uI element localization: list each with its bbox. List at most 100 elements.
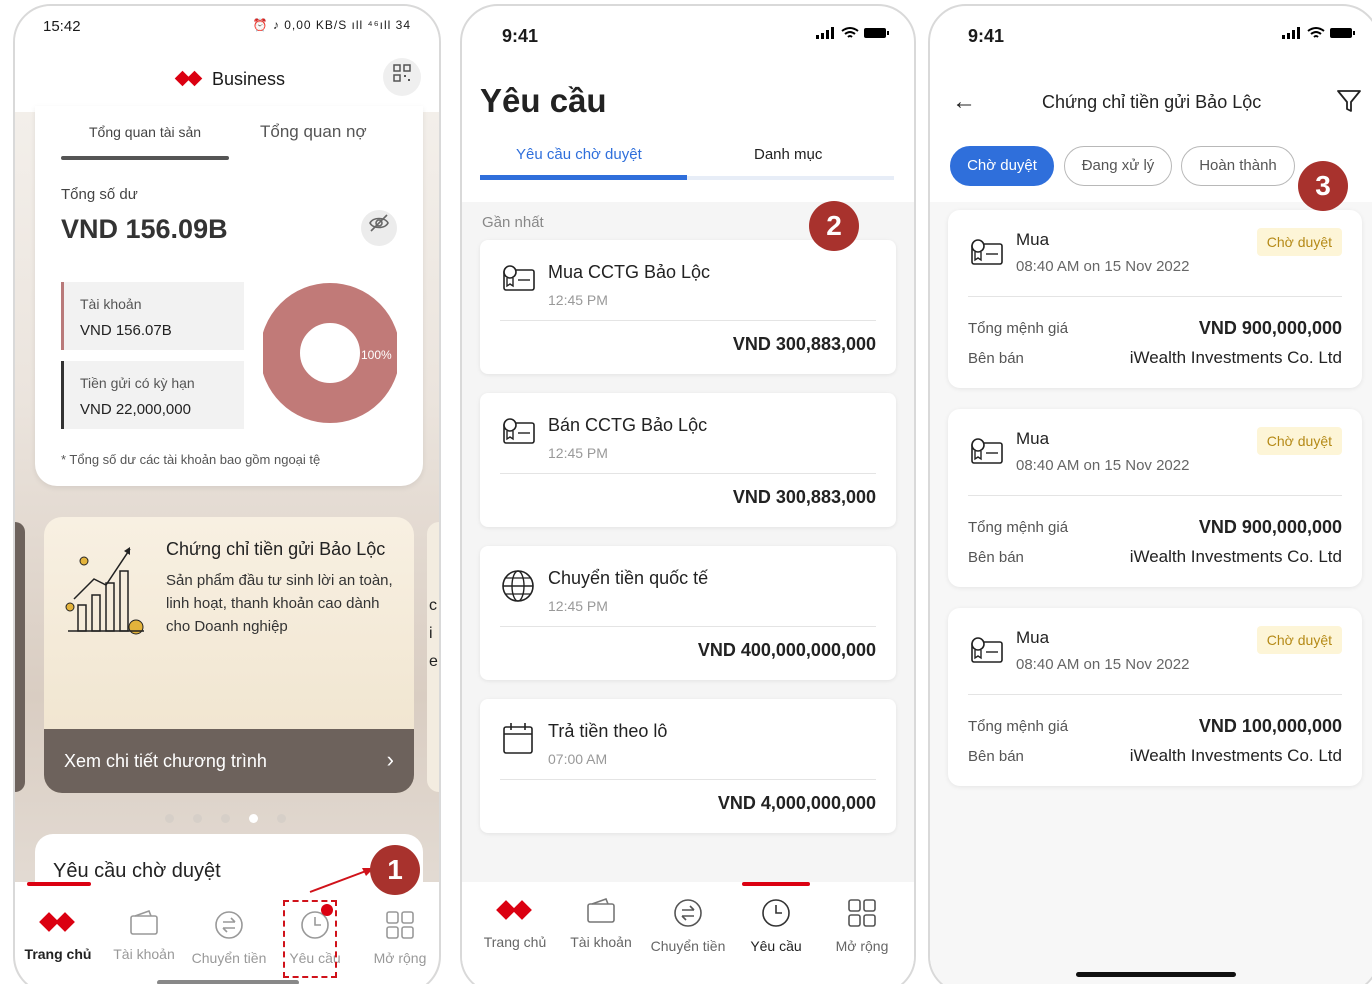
term-deposit-summary-item[interactable]: Tiền gửi có kỳ hạn VND 22,000,000 — [61, 361, 244, 429]
request-time: 12:45 PM — [548, 292, 608, 308]
home-logo-icon — [495, 898, 535, 924]
account-summary-item[interactable]: Tài khoản VND 156.07B — [61, 282, 244, 350]
nav-label: Chuyển tiền — [191, 950, 267, 966]
home-indicator — [157, 980, 299, 984]
face-value-label: Tổng mệnh giá — [968, 718, 1069, 735]
certificate-card[interactable]: Mua 08:40 AM on 15 Nov 2022 Chờ duyệt Tổ… — [948, 409, 1362, 587]
promo-description: Sản phẩm đầu tư sinh lời an toàn, linh h… — [166, 572, 393, 635]
filter-icon[interactable] — [1336, 88, 1362, 114]
page-title: Chứng chỉ tiền gửi Bảo Lộc — [1042, 92, 1262, 112]
request-card[interactable]: Trả tiền theo lô 07:00 AM VND 4,000,000,… — [480, 699, 896, 833]
status-badge: Chờ duyệt — [1256, 626, 1342, 654]
carousel-dot[interactable] — [277, 814, 286, 823]
card-time: 08:40 AM on 15 Nov 2022 — [1016, 258, 1190, 275]
donut-percent-label: 100% — [361, 348, 392, 362]
status-icons — [1282, 26, 1356, 43]
carousel-dot[interactable] — [165, 814, 174, 823]
carousel-dot[interactable] — [193, 814, 202, 823]
eye-off-icon — [369, 214, 389, 232]
card-time: 08:40 AM on 15 Nov 2022 — [1016, 457, 1190, 474]
qr-code-button[interactable] — [383, 58, 421, 96]
back-arrow-icon[interactable]: ← — [952, 88, 976, 116]
account-label: Tài khoản — [80, 296, 142, 312]
request-card[interactable]: Mua CCTG Bảo Lộc 12:45 PM VND 300,883,00… — [480, 240, 896, 374]
tab-debt-overview[interactable]: Tổng quan nợ — [260, 122, 367, 142]
nav-item-requests[interactable]: Yêu cầu — [740, 898, 812, 954]
seller-value: iWealth Investments Co. Ltd — [1129, 348, 1342, 367]
growth-chart-icon — [65, 547, 144, 635]
chevron-right-icon: › — [386, 747, 394, 772]
request-title: Mua CCTG Bảo Lộc — [548, 262, 711, 282]
signal-wifi-battery-icon — [816, 27, 889, 39]
promo-card[interactable]: Chứng chỉ tiền gửi Bảo Lộc Sản phẩm đầu … — [44, 517, 414, 793]
promo-details-button[interactable]: Xem chi tiết chương trình › — [44, 729, 414, 793]
nav-item-accounts[interactable]: Tài khoản — [109, 910, 179, 962]
nav-item-home[interactable]: Trang chủ — [23, 910, 93, 962]
grid-icon — [386, 911, 414, 939]
divider — [500, 626, 876, 627]
request-card[interactable]: Bán CCTG Bảo Lộc 12:45 PM VND 300,883,00… — [480, 393, 896, 527]
certificate-card[interactable]: Mua 08:40 AM on 15 Nov 2022 Chờ duyệt Tổ… — [948, 608, 1362, 786]
promo-title: Chứng chỉ tiền gửi Bảo Lộc — [166, 539, 386, 559]
request-title: Chuyển tiền quốc tế — [548, 568, 709, 588]
status-bar: 15:42 ⏰ ♪ 0,00 KB/S ıll ⁴⁶ıll 34 — [15, 6, 439, 50]
nav-item-transfer[interactable]: Chuyển tiền — [646, 898, 730, 954]
phone-certificate-list-screen: 9:41 ← Chứng chỉ tiền gửi Bảo Lộc Chờ du… — [928, 4, 1372, 984]
tab-indicator — [480, 175, 687, 180]
nav-label: Trang chủ — [24, 946, 92, 962]
status-icons — [816, 26, 890, 43]
wallet-icon — [587, 898, 615, 923]
nav-item-more[interactable]: Mở rộng — [365, 910, 435, 966]
face-value: VND 900,000,000 — [1198, 318, 1342, 338]
notification-dot — [321, 904, 333, 916]
card-title: Mua — [1016, 230, 1050, 249]
hide-balance-button[interactable] — [361, 210, 397, 246]
nav-active-indicator — [742, 882, 810, 886]
calendar-icon — [503, 723, 533, 754]
request-time: 12:45 PM — [548, 445, 608, 461]
certificate-icon — [971, 637, 1003, 663]
divider — [500, 320, 876, 321]
divider — [968, 694, 1342, 695]
nav-label: Tài khoản — [113, 946, 175, 962]
request-amount: VND 400,000,000,000 — [697, 640, 876, 660]
section-label-recent: Gần nhất — [482, 214, 544, 231]
tab-assets-overview[interactable]: Tổng quan tài sản — [89, 124, 201, 140]
balance-footnote: * Tổng số dư các tài khoản bao gồm ngoại… — [61, 452, 321, 467]
request-card[interactable]: Chuyển tiền quốc tế 12:45 PM VND 400,000… — [480, 546, 896, 680]
phone-home-screen: 15:42 ⏰ ♪ 0,00 KB/S ıll ⁴⁶ıll 34 Busines… — [13, 4, 441, 984]
request-time: 07:00 AM — [548, 751, 608, 767]
certificate-card[interactable]: Mua 08:40 AM on 15 Nov 2022 Chờ duyệt Tổ… — [948, 210, 1362, 388]
face-value: VND 900,000,000 — [1198, 517, 1342, 537]
nav-item-accounts[interactable]: Tài khoản — [566, 898, 636, 950]
card-time: 08:40 AM on 15 Nov 2022 — [1016, 656, 1190, 673]
request-amount: VND 300,883,000 — [732, 487, 876, 507]
request-time: 12:45 PM — [548, 598, 608, 614]
grid-icon — [848, 899, 876, 927]
certificate-icon — [971, 438, 1003, 464]
chip-pending[interactable]: Chờ duyệt — [950, 146, 1054, 186]
carousel-dot-active[interactable] — [249, 814, 258, 823]
nav-item-home[interactable]: Trang chủ — [476, 898, 554, 950]
face-value-label: Tổng mệnh giá — [968, 519, 1069, 536]
divider — [500, 779, 876, 780]
carousel-dots — [165, 810, 305, 828]
qr-icon — [393, 64, 411, 82]
brand-logo: Business — [174, 68, 285, 90]
tab-catalog[interactable]: Danh mục — [754, 146, 822, 163]
transfer-icon — [215, 911, 243, 939]
chip-completed[interactable]: Hoàn thành — [1181, 146, 1295, 186]
nav-item-more[interactable]: Mở rộng — [826, 898, 898, 954]
seller-value: iWealth Investments Co. Ltd — [1129, 746, 1342, 765]
certificate-icon — [971, 239, 1003, 265]
tab-pending-approval[interactable]: Yêu cầu chờ duyệt — [516, 146, 642, 163]
globe-icon — [502, 570, 534, 602]
phone-requests-screen: 9:41 Yêu cầu Yêu cầu chờ duyệt Danh mục … — [460, 4, 916, 984]
nav-item-transfer[interactable]: Chuyển tiền — [189, 910, 269, 966]
carousel-dot[interactable] — [221, 814, 230, 823]
nav-label: Mở rộng — [835, 938, 889, 954]
total-balance-value: VND 156.09B — [61, 214, 228, 244]
request-title: Bán CCTG Bảo Lộc — [548, 415, 708, 435]
status-time: 9:41 — [968, 26, 1005, 46]
chip-processing[interactable]: Đang xử lý — [1064, 146, 1172, 186]
